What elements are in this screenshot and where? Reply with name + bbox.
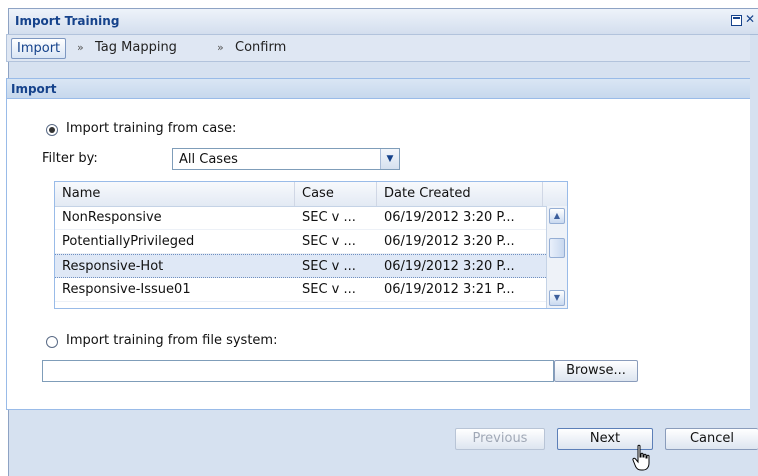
panel-header: Import bbox=[7, 79, 750, 99]
cell-case: SEC v ... bbox=[302, 282, 356, 297]
cell-name: Responsive-Hot bbox=[62, 259, 164, 274]
maximize-icon[interactable] bbox=[731, 15, 742, 26]
cell-date: 06/19/2012 3:21 P... bbox=[384, 282, 515, 297]
step-confirm[interactable]: Confirm bbox=[235, 40, 286, 55]
import-from-case-label[interactable]: Import training from case: bbox=[66, 121, 236, 136]
wizard-steps: Import » Tag Mapping » Confirm bbox=[6, 34, 750, 62]
step-tag-mapping[interactable]: Tag Mapping bbox=[95, 40, 177, 55]
cell-date: 06/19/2012 3:20 P... bbox=[384, 210, 515, 225]
cell-date: 06/19/2012 3:20 P... bbox=[384, 234, 515, 249]
cell-date: 06/19/2012 3:20 P... bbox=[384, 259, 515, 274]
table-row[interactable]: PotentiallyPrivileged SEC v ... 06/19/20… bbox=[55, 230, 546, 254]
column-header-name[interactable]: Name bbox=[55, 182, 295, 206]
close-icon[interactable]: ✕ bbox=[745, 13, 756, 25]
scroll-up-icon[interactable]: ▲ bbox=[549, 208, 565, 224]
scroll-thumb[interactable] bbox=[549, 238, 565, 258]
window-title: Import Training bbox=[15, 14, 120, 28]
cell-name: NonResponsive bbox=[62, 210, 162, 225]
step-separator: » bbox=[217, 41, 224, 54]
panel-title: Import bbox=[11, 82, 57, 96]
filter-label: Filter by: bbox=[42, 151, 98, 166]
title-bar: Import Training ✕ bbox=[9, 9, 758, 35]
grid-header: Name Case Date Created bbox=[55, 182, 567, 207]
import-from-file-radio[interactable] bbox=[46, 336, 58, 348]
cell-case: SEC v ... bbox=[302, 259, 356, 274]
cell-case: SEC v ... bbox=[302, 234, 356, 249]
table-row[interactable]: NonResponsive SEC v ... 06/19/2012 3:20 … bbox=[55, 206, 546, 230]
filter-select[interactable]: All Cases ▼ bbox=[172, 148, 400, 170]
scroll-down-icon[interactable]: ▼ bbox=[549, 290, 565, 306]
chevron-down-icon[interactable]: ▼ bbox=[380, 149, 399, 169]
cell-name: Responsive-Issue01 bbox=[62, 282, 191, 297]
table-row-selected[interactable]: Responsive-Hot SEC v ... 06/19/2012 3:20… bbox=[55, 254, 546, 278]
training-grid: Name Case Date Created NonResponsive SEC… bbox=[54, 181, 568, 309]
file-path-input[interactable] bbox=[42, 360, 554, 382]
column-header-case[interactable]: Case bbox=[295, 182, 377, 206]
cell-case: SEC v ... bbox=[302, 210, 356, 225]
step-import[interactable]: Import bbox=[11, 38, 67, 59]
import-from-file-label[interactable]: Import training from file system: bbox=[66, 333, 277, 348]
import-from-case-radio[interactable] bbox=[46, 124, 58, 136]
column-header-date[interactable]: Date Created bbox=[377, 182, 543, 206]
table-row[interactable]: Responsive-Issue01 SEC v ... 06/19/2012 … bbox=[55, 278, 546, 302]
hand-cursor-icon bbox=[632, 444, 650, 471]
step-separator: » bbox=[77, 41, 84, 54]
grid-scrollbar[interactable]: ▲ ▼ bbox=[546, 206, 567, 308]
previous-button[interactable]: Previous bbox=[455, 428, 545, 450]
filter-value: All Cases bbox=[179, 152, 238, 167]
browse-button[interactable]: Browse... bbox=[554, 360, 638, 382]
cell-name: PotentiallyPrivileged bbox=[62, 234, 195, 249]
cancel-button[interactable]: Cancel bbox=[665, 428, 758, 450]
